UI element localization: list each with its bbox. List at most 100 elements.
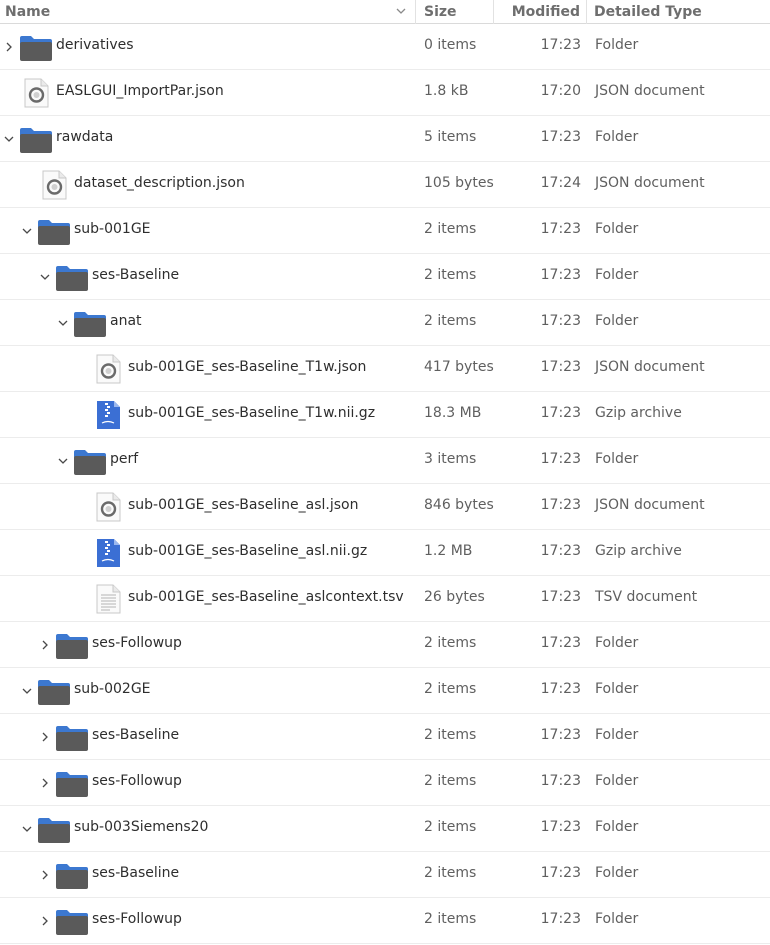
chevron-down-icon[interactable] (20, 822, 34, 836)
name-column-label: Name (5, 3, 51, 20)
column-header: Name Size Modified Detailed Type (0, 0, 770, 24)
item-size: 5 items (424, 129, 477, 145)
item-type: Folder (595, 129, 639, 145)
folder-row[interactable]: sub-001GE 2 items 17:23 Folder (0, 208, 770, 254)
item-size: 2 items (424, 727, 477, 743)
folder-row[interactable]: ses-Baseline 2 items 17:23 Folder (0, 852, 770, 898)
folder-icon (38, 220, 70, 245)
item-modified: 17:23 (540, 773, 581, 789)
folder-row[interactable]: sub-003Siemens20 2 items 17:23 Folder (0, 806, 770, 852)
json-file-icon (42, 170, 67, 200)
item-size: 2 items (424, 819, 477, 835)
folder-row[interactable]: derivatives 0 items 17:23 Folder (0, 24, 770, 70)
folder-row[interactable]: ses-Followup 2 items 17:23 Folder (0, 760, 770, 806)
chevron-down-icon[interactable] (38, 270, 52, 284)
item-name: sub-002GE (74, 681, 151, 697)
item-size: 846 bytes (424, 497, 494, 513)
item-name: sub-001GE_ses-Baseline_T1w.nii.gz (128, 405, 376, 421)
folder-icon (38, 818, 70, 843)
item-modified: 17:23 (540, 819, 581, 835)
item-size: 2 items (424, 313, 477, 329)
item-size: 105 bytes (424, 175, 494, 191)
folder-icon (74, 312, 106, 337)
chevron-right-icon[interactable] (38, 638, 52, 652)
item-size: 2 items (424, 865, 477, 881)
gzip-archive-icon (97, 401, 120, 429)
folder-icon (56, 864, 88, 889)
item-type: JSON document (595, 497, 705, 513)
chevron-down-icon[interactable] (2, 132, 16, 146)
item-type: Folder (595, 773, 639, 789)
item-modified: 17:23 (540, 129, 581, 145)
name-column-header[interactable]: Name (0, 0, 416, 24)
item-name: anat (110, 313, 142, 329)
modified-column-label: Modified (511, 3, 580, 20)
folder-icon (56, 910, 88, 935)
file-row[interactable]: sub-001GE_ses-Baseline_asl.nii.gz 1.2 MB 1… (0, 530, 770, 576)
item-modified: 17:23 (540, 267, 581, 283)
chevron-right-icon[interactable] (2, 40, 16, 54)
item-modified: 17:24 (540, 175, 581, 191)
item-modified: 17:23 (540, 359, 581, 375)
item-name: ses-Followup (92, 773, 182, 789)
item-modified: 17:23 (540, 681, 581, 697)
item-type: Folder (595, 37, 639, 53)
item-type: Folder (595, 313, 639, 329)
item-name: sub-001GE_ses-Baseline_asl.nii.gz (128, 543, 368, 559)
folder-row[interactable]: ses-Followup 2 items 17:23 Folder (0, 622, 770, 668)
folder-icon (20, 128, 52, 153)
folder-icon (56, 266, 88, 291)
item-name: EASLGUI_ImportPar.json (56, 83, 224, 99)
item-size: 1.2 MB (424, 543, 473, 559)
item-modified: 17:23 (540, 37, 581, 53)
item-size: 1.8 kB (424, 83, 469, 99)
chevron-down-icon[interactable] (20, 684, 34, 698)
folder-row[interactable]: perf 3 items 17:23 Folder (0, 438, 770, 484)
chevron-right-icon[interactable] (38, 776, 52, 790)
item-modified: 17:23 (540, 589, 581, 605)
file-row[interactable]: sub-001GE_ses-Baseline_T1w.json 417 bytes… (0, 346, 770, 392)
type-column-header[interactable]: Detailed Type (587, 0, 770, 24)
chevron-down-icon[interactable] (56, 316, 70, 330)
folder-row[interactable]: anat 2 items 17:23 Folder (0, 300, 770, 346)
item-modified: 17:23 (540, 221, 581, 237)
chevron-right-icon[interactable] (38, 914, 52, 928)
type-column-label: Detailed Type (594, 3, 702, 20)
file-row[interactable]: sub-001GE_ses-Baseline_T1w.nii.gz 18.3 MB… (0, 392, 770, 438)
chevron-right-icon[interactable] (38, 868, 52, 882)
item-modified: 17:23 (540, 313, 581, 329)
file-row[interactable]: sub-001GE_ses-Baseline_aslcontext.tsv 26 … (0, 576, 770, 622)
item-modified: 17:23 (540, 911, 581, 927)
item-size: 2 items (424, 221, 477, 237)
gzip-archive-icon (97, 539, 120, 567)
file-row[interactable]: dataset_description.json 105 bytes 17:24 JS… (0, 162, 770, 208)
file-row[interactable]: sub-001GE_ses-Baseline_asl.json 846 bytes… (0, 484, 770, 530)
item-modified: 17:23 (540, 497, 581, 513)
folder-row[interactable]: sub-002GE 2 items 17:23 Folder (0, 668, 770, 714)
file-list: derivatives 0 items 17:23 Folder EASLGUI_Imp… (0, 24, 770, 944)
folder-icon (20, 36, 52, 61)
item-size: 18.3 MB (424, 405, 482, 421)
modified-column-header[interactable]: Modified (494, 0, 587, 24)
folder-row[interactable]: rawdata 5 items 17:23 Folder (0, 116, 770, 162)
file-row[interactable]: EASLGUI_ImportPar.json 1.8 kB 17:20 JSON do… (0, 70, 770, 116)
item-size: 2 items (424, 681, 477, 697)
folder-row[interactable]: ses-Baseline 2 items 17:23 Folder (0, 714, 770, 760)
size-column-header[interactable]: Size (416, 0, 494, 24)
item-name: ses-Followup (92, 635, 182, 651)
text-file-icon (96, 584, 121, 614)
chevron-right-icon[interactable] (38, 730, 52, 744)
folder-icon (56, 772, 88, 797)
item-modified: 17:23 (540, 451, 581, 467)
item-type: Folder (595, 911, 639, 927)
chevron-down-icon[interactable] (20, 224, 34, 238)
folder-row[interactable]: ses-Followup 2 items 17:23 Folder (0, 898, 770, 944)
item-size: 0 items (424, 37, 477, 53)
chevron-down-icon[interactable] (56, 454, 70, 468)
item-size: 2 items (424, 911, 477, 927)
item-name: derivatives (56, 37, 134, 53)
item-name: sub-001GE_ses-Baseline_aslcontext.tsv (128, 589, 404, 605)
item-modified: 17:23 (540, 543, 581, 559)
sort-descending-icon[interactable] (395, 5, 407, 17)
folder-row[interactable]: ses-Baseline 2 items 17:23 Folder (0, 254, 770, 300)
